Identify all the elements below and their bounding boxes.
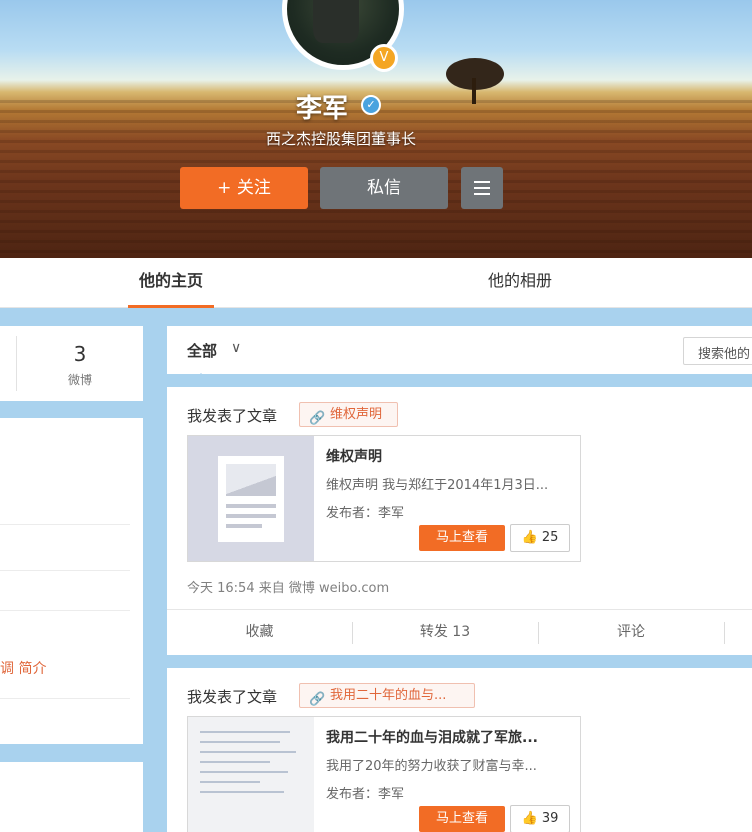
article-desc: 我用了20年的努力收获了财富与幸... bbox=[326, 759, 537, 774]
filter-all[interactable]: 全部 bbox=[187, 340, 217, 361]
profile-bio: 西之杰控股集团董事长 bbox=[265, 130, 416, 148]
article-thumbnail bbox=[188, 717, 314, 832]
info-card-lower bbox=[0, 762, 143, 832]
view-now-button[interactable]: 马上查看 bbox=[419, 806, 505, 832]
post-action-bar: 收藏 转发 13 评论 bbox=[167, 609, 752, 655]
chevron-down-icon[interactable]: ∨ bbox=[231, 340, 241, 356]
profile-cover: V 李军 ✓ 西之杰控股集团董事长 + 关注 私信 bbox=[0, 0, 752, 258]
view-now-button[interactable]: 马上查看 bbox=[419, 525, 505, 551]
info-card: 调 简介 bbox=[0, 418, 143, 744]
scan-line bbox=[200, 771, 288, 773]
feed-filter-bar: 全部 ∨ 搜索他的 bbox=[167, 326, 752, 380]
collect-button[interactable]: 收藏 bbox=[167, 610, 352, 655]
doc-line bbox=[226, 504, 276, 508]
article-tag-label: 维权声明 bbox=[330, 407, 383, 422]
follow-button[interactable]: + 关注 bbox=[180, 167, 308, 209]
scan-line bbox=[200, 761, 270, 763]
feed-post: 我发表了文章 🔗 维权声明 维权声明 维权声明 我与郑红于2014年1月3日..… bbox=[167, 387, 752, 655]
blue-v-icon: ✓ bbox=[361, 95, 381, 115]
stats-card: 3 微博 bbox=[0, 326, 143, 401]
divider bbox=[0, 570, 130, 571]
link-icon: 🔗 bbox=[309, 692, 326, 707]
more-menu-button[interactable] bbox=[461, 167, 503, 209]
doc-line bbox=[226, 524, 262, 528]
divider bbox=[0, 524, 130, 525]
action-separator bbox=[724, 622, 725, 644]
feed-post: 我发表了文章 🔗 我用二十年的血与... 我用二十年的血与泪成就了军旅... 我… bbox=[167, 668, 752, 832]
avatar-figure bbox=[313, 0, 359, 43]
link-icon: 🔗 bbox=[309, 411, 326, 426]
document-icon bbox=[218, 456, 284, 542]
weibo-count[interactable]: 3 bbox=[20, 342, 140, 366]
profile-intro-link[interactable]: 调 简介 bbox=[0, 658, 46, 678]
like-button[interactable]: 👍 25 bbox=[510, 524, 570, 552]
post-action-text: 我发表了文章 bbox=[187, 688, 278, 706]
post-action-text: 我发表了文章 bbox=[187, 407, 278, 425]
article-tag[interactable]: 🔗 维权声明 bbox=[299, 402, 398, 427]
tab-album[interactable]: 他的相册 bbox=[470, 258, 570, 308]
post-meta: 今天 16:54 来自 微博 weibo.com bbox=[187, 581, 390, 596]
doc-line bbox=[226, 514, 276, 518]
article-author: 发布者：李军 bbox=[326, 506, 405, 521]
article-author: 发布者：李军 bbox=[326, 787, 405, 802]
article-card[interactable]: 维权声明 维权声明 我与郑红于2014年1月3日... 发布者：李军 马上查看 … bbox=[187, 435, 581, 562]
divider bbox=[0, 698, 130, 699]
profile-name: 李军 bbox=[296, 94, 349, 124]
verified-badge-icon: V bbox=[370, 44, 398, 72]
article-thumbnail bbox=[188, 436, 314, 561]
like-count: 39 bbox=[541, 811, 559, 826]
doc-image-placeholder bbox=[226, 464, 276, 496]
repost-button[interactable]: 转发 13 bbox=[353, 610, 537, 655]
article-desc: 维权声明 我与郑红于2014年1月3日... bbox=[326, 478, 549, 493]
article-title[interactable]: 我用二十年的血与泪成就了军旅... bbox=[326, 727, 538, 747]
profile-nav: 他的主页 他的相册 bbox=[0, 258, 752, 308]
tab-home[interactable]: 他的主页 bbox=[128, 258, 214, 308]
divider bbox=[0, 610, 130, 611]
message-button[interactable]: 私信 bbox=[320, 167, 448, 209]
thumbs-up-icon: 👍 bbox=[521, 530, 538, 545]
menu-icon bbox=[474, 181, 490, 195]
filter-pointer bbox=[194, 373, 208, 380]
thumbs-up-icon: 👍 bbox=[521, 811, 538, 826]
scan-line bbox=[200, 741, 280, 743]
like-button[interactable]: 👍 39 bbox=[510, 805, 570, 832]
scan-line bbox=[200, 791, 284, 793]
comment-button[interactable]: 评论 bbox=[539, 610, 723, 655]
search-input[interactable]: 搜索他的 bbox=[683, 337, 752, 365]
article-title[interactable]: 维权声明 bbox=[326, 446, 382, 466]
stat-divider bbox=[16, 336, 17, 391]
like-count: 25 bbox=[541, 530, 559, 545]
scan-line bbox=[200, 751, 296, 753]
article-tag-label: 我用二十年的血与... bbox=[330, 688, 447, 703]
article-card[interactable]: 我用二十年的血与泪成就了军旅... 我用了20年的努力收获了财富与幸... 发布… bbox=[187, 716, 581, 832]
scan-line bbox=[200, 731, 290, 733]
article-tag[interactable]: 🔗 我用二十年的血与... bbox=[299, 683, 475, 708]
cover-tree-trunk bbox=[472, 78, 476, 104]
weibo-count-label: 微博 bbox=[67, 373, 92, 387]
scan-line bbox=[200, 781, 260, 783]
